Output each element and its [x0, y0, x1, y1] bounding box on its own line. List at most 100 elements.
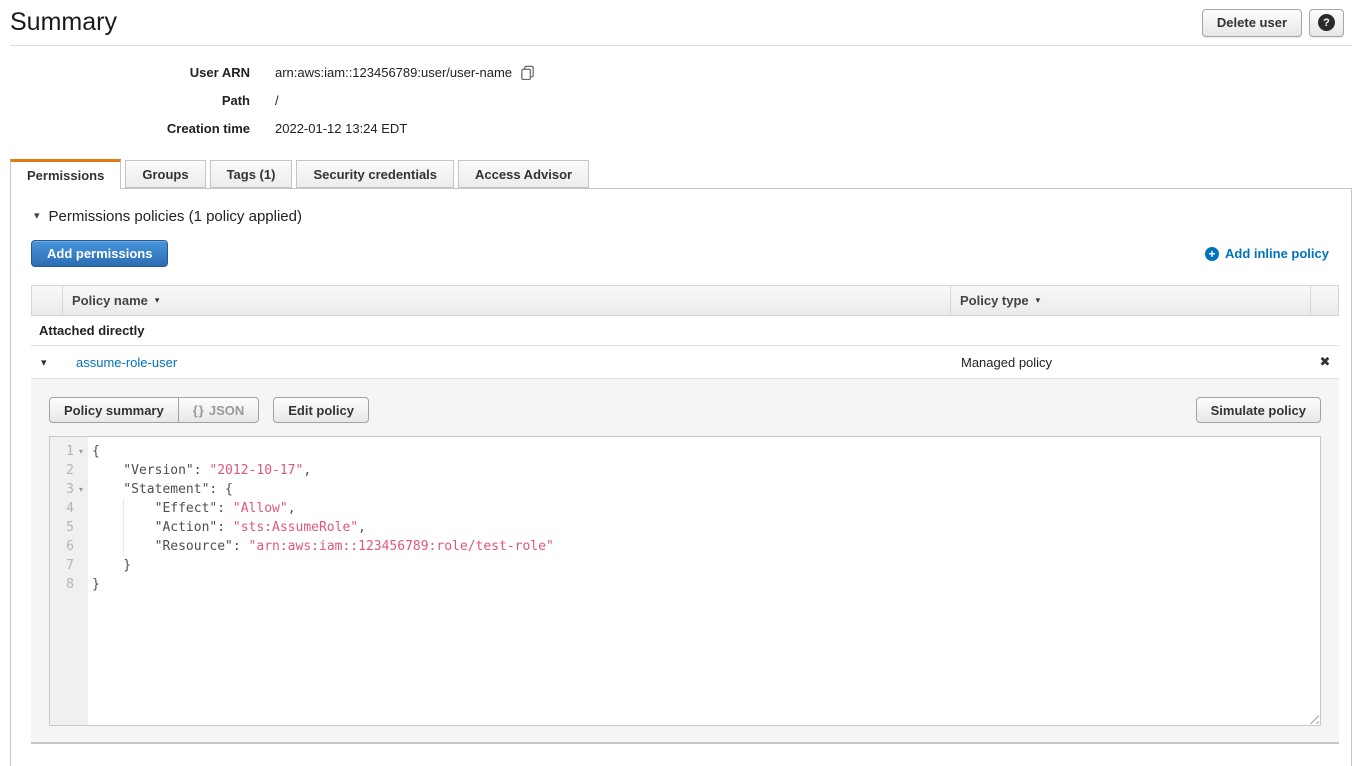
plus-circle-icon: +	[1205, 247, 1219, 261]
tab-groups[interactable]: Groups	[125, 160, 205, 188]
sort-caret-icon: ▾	[1036, 295, 1041, 306]
policy-json-editor[interactable]: 1▾{2 "Version": "2012-10-17",3▾ "Stateme…	[49, 436, 1321, 726]
policy-summary-button[interactable]: Policy summary	[49, 397, 179, 423]
tab-access-advisor[interactable]: Access Advisor	[458, 160, 589, 188]
content-panel: ▾ Permissions policies (1 policy applied…	[10, 188, 1352, 766]
add-inline-policy-label: Add inline policy	[1225, 246, 1329, 261]
line-number: 1	[50, 442, 74, 461]
column-policy-name[interactable]: Policy name ▾	[62, 286, 950, 315]
code-text: "Version": "2012-10-17",	[88, 461, 311, 480]
detail-value: arn:aws:iam::123456789:user/user-name	[275, 65, 535, 80]
policy-name-link[interactable]: assume-role-user	[76, 355, 951, 370]
line-number: 5	[50, 518, 74, 537]
page-header: Summary Delete user ?	[10, 0, 1352, 46]
policy-table-header: Policy name ▾ Policy type ▾	[31, 285, 1339, 316]
policy-table: Policy name ▾ Policy type ▾ Attached dir…	[31, 285, 1339, 744]
add-permissions-button[interactable]: Add permissions	[31, 240, 168, 267]
code-text: }	[88, 575, 100, 594]
code-text: {	[88, 442, 100, 461]
column-policy-name-label: Policy name	[72, 293, 148, 308]
plain-token: "Action":	[92, 520, 233, 535]
string-token: "arn:aws:iam::123456789:role/test-role"	[249, 539, 554, 554]
plain-token: ,	[288, 501, 296, 516]
policy-row: ▾ assume-role-user Managed policy ✖	[31, 346, 1339, 379]
fold-spacer	[74, 518, 88, 537]
question-icon: ?	[1318, 14, 1335, 31]
detail-label: Creation time	[0, 121, 250, 136]
policy-detail-box: Policy summary {} JSON Edit policy Simul…	[31, 379, 1339, 744]
plain-token: ,	[358, 520, 366, 535]
tab-bar: PermissionsGroupsTags (1)Security creden…	[10, 159, 1362, 188]
fold-icon[interactable]: ▾	[74, 480, 88, 499]
policy-detail-toolbar: Policy summary {} JSON Edit policy Simul…	[49, 397, 1321, 423]
detail-value: /	[275, 93, 279, 108]
permissions-policies-section-header: ▾ Permissions policies (1 policy applied…	[34, 208, 1339, 225]
code-line: 7 }	[50, 556, 1320, 575]
delete-user-button[interactable]: Delete user	[1202, 9, 1302, 37]
code-line: 5 "Action": "sts:AssumeRole",	[50, 518, 1320, 537]
line-number: 7	[50, 556, 74, 575]
tab-tags-1[interactable]: Tags (1)	[210, 160, 293, 188]
copy-icon[interactable]	[520, 65, 535, 80]
code-text: }	[88, 556, 131, 575]
plain-token: }	[92, 558, 131, 573]
json-view-button[interactable]: {} JSON	[178, 397, 260, 423]
fold-spacer	[74, 537, 88, 556]
plain-token: {	[92, 444, 100, 459]
fold-spacer	[74, 556, 88, 575]
user-details: User ARN arn:aws:iam::123456789:user/user…	[0, 58, 1362, 142]
detail-row-path: Path /	[0, 86, 1362, 114]
simulate-policy-button[interactable]: Simulate policy	[1196, 397, 1321, 423]
select-column-header	[32, 286, 62, 315]
plain-token: }	[92, 577, 100, 592]
json-view-label: JSON	[209, 403, 244, 418]
plain-token: "Statement": {	[92, 482, 233, 497]
fold-icon[interactable]: ▾	[74, 442, 88, 461]
code-line: 6 "Resource": "arn:aws:iam::123456789:ro…	[50, 537, 1320, 556]
policy-view-segmented-control: Policy summary {} JSON	[49, 397, 259, 423]
detail-value-text: /	[275, 93, 279, 108]
string-token: "Allow"	[233, 501, 288, 516]
string-token: "sts:AssumeRole"	[233, 520, 358, 535]
tab-security-credentials[interactable]: Security credentials	[296, 160, 454, 188]
detach-policy-icon[interactable]: ✖	[1320, 354, 1331, 370]
editor-lines: 1▾{2 "Version": "2012-10-17",3▾ "Stateme…	[50, 442, 1320, 594]
help-button[interactable]: ?	[1309, 9, 1344, 37]
code-line: 4 "Effect": "Allow",	[50, 499, 1320, 518]
permissions-toolbar: Add permissions + Add inline policy	[31, 240, 1339, 267]
sort-caret-icon: ▾	[155, 295, 160, 306]
line-number: 4	[50, 499, 74, 518]
plain-token: ,	[303, 463, 311, 478]
fold-spacer	[74, 575, 88, 594]
detail-row-creation-time: Creation time 2022-01-12 13:24 EDT	[0, 114, 1362, 142]
detail-label: Path	[0, 93, 250, 108]
fold-spacer	[74, 461, 88, 480]
resize-handle-icon[interactable]	[1306, 711, 1319, 724]
plain-token: "Effect":	[92, 501, 233, 516]
row-expand-icon[interactable]: ▾	[41, 356, 61, 369]
detail-value: 2022-01-12 13:24 EDT	[275, 121, 407, 136]
code-text: "Resource": "arn:aws:iam::123456789:role…	[88, 537, 554, 556]
tab-permissions[interactable]: Permissions	[10, 159, 121, 189]
edit-policy-button[interactable]: Edit policy	[273, 397, 369, 423]
detail-value-text: arn:aws:iam::123456789:user/user-name	[275, 65, 512, 80]
fold-spacer	[74, 499, 88, 518]
page-title: Summary	[10, 8, 117, 37]
code-text: "Action": "sts:AssumeRole",	[88, 518, 366, 537]
section-title: Permissions policies (1 policy applied)	[49, 208, 302, 225]
plain-token: "Version":	[92, 463, 209, 478]
detail-label: User ARN	[0, 65, 250, 80]
actions-column-header	[1310, 286, 1338, 315]
add-inline-policy-link[interactable]: + Add inline policy	[1205, 246, 1329, 261]
code-line: 8}	[50, 575, 1320, 594]
policy-type-cell: Managed policy	[951, 355, 1311, 370]
column-policy-type-label: Policy type	[960, 293, 1029, 308]
detail-row-user-arn: User ARN arn:aws:iam::123456789:user/user…	[0, 58, 1362, 86]
braces-icon: {}	[193, 403, 205, 418]
policy-view-buttons: Policy summary {} JSON Edit policy	[49, 397, 369, 423]
line-number: 2	[50, 461, 74, 480]
section-collapse-icon[interactable]: ▾	[34, 211, 40, 222]
line-number: 6	[50, 537, 74, 556]
code-text: "Effect": "Allow",	[88, 499, 296, 518]
column-policy-type[interactable]: Policy type ▾	[950, 286, 1310, 315]
